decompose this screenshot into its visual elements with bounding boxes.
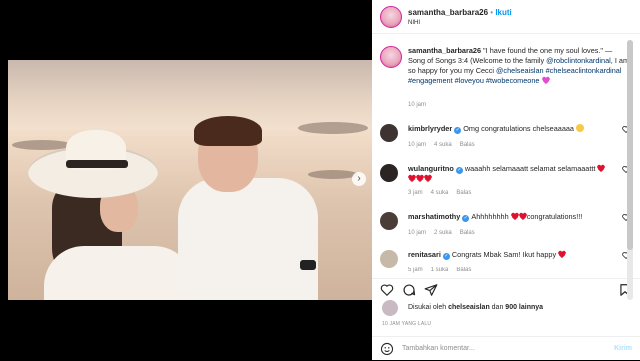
scrollbar-thumb[interactable]	[627, 40, 633, 250]
caption-time[interactable]: 10 jam	[408, 102, 426, 108]
comment-body: Congrats Mbak Sam! Ikut happy	[451, 250, 557, 259]
likes-user[interactable]: chelseaislan	[448, 304, 490, 311]
photo-hat-band	[66, 160, 128, 168]
avatar[interactable]	[380, 46, 402, 68]
scrollbar[interactable]	[627, 40, 633, 300]
photo-sea	[8, 60, 372, 130]
avatar[interactable]	[380, 6, 402, 28]
verified-icon: ✓	[462, 215, 470, 222]
caption-hashtag[interactable]: #loveyou	[455, 76, 484, 85]
post-media-area: ›	[0, 0, 372, 360]
header-username-line: samantha_barbara26 • Ikuti	[408, 8, 512, 17]
comment-body: waaahh selamaaatt selamat selamaaattt	[464, 164, 596, 173]
comment-body: congratulations!!!	[526, 212, 583, 221]
post-actions-bar	[372, 278, 640, 297]
comment-meta: 10 jam 4 suka Balas	[408, 142, 483, 148]
red-heart-icon	[558, 251, 566, 258]
post-photo[interactable]	[8, 60, 372, 300]
caption-hashtag[interactable]: #chelseaclintonkardinal	[546, 66, 622, 75]
comment-time[interactable]: 3 jam	[408, 190, 423, 196]
post-header: samantha_barbara26 • Ikuti NIHI	[372, 0, 640, 34]
comment-username[interactable]: renitasari	[408, 250, 441, 259]
comment-meta: 5 jam 1 suka Balas	[408, 267, 479, 275]
heart-outline-icon[interactable]	[380, 283, 394, 297]
photo-woman-dress	[44, 246, 194, 300]
comment-text: wulanguritno ✓ waaahh selamaaatt selamat …	[408, 164, 618, 184]
red-heart-icon	[511, 213, 519, 220]
likes-middle: dan	[489, 304, 506, 311]
comment-time[interactable]: 5 jam	[408, 267, 423, 273]
post-location[interactable]: NIHI	[408, 20, 420, 26]
comment-likes[interactable]: 2 suka	[434, 230, 452, 236]
comment-username[interactable]: kimbrlyryder	[408, 124, 452, 133]
likes-count[interactable]: 900 lainnya	[505, 304, 543, 311]
comment-body: Omg congratulations chelseaaaaa	[463, 124, 574, 133]
caption-mention[interactable]: @robclintonkardinal	[546, 56, 611, 65]
caption-text: samantha_barbara26 "I have found the one…	[408, 46, 630, 86]
caption-hashtag[interactable]: #engagement	[408, 76, 453, 85]
red-heart-icon	[424, 175, 432, 182]
comment-body: Ahhhhhhhh	[471, 212, 509, 221]
comment-text: renitasari ✓ Congrats Mbak Sam! Ikut happ…	[408, 250, 618, 260]
avatar[interactable]	[382, 300, 398, 316]
photo-rock	[298, 122, 368, 134]
caption-mention[interactable]: @chelseaislan	[496, 66, 544, 75]
red-heart-icon	[519, 213, 527, 220]
verified-icon: ✓	[455, 167, 463, 174]
comment-username[interactable]: wulanguritno	[408, 164, 454, 173]
avatar[interactable]	[380, 164, 398, 182]
reply-button[interactable]: Balas	[460, 142, 475, 148]
caption-username[interactable]: samantha_barbara26	[408, 46, 481, 55]
reply-button[interactable]: Balas	[456, 267, 471, 273]
header-username[interactable]: samantha_barbara26	[408, 8, 488, 17]
reply-button[interactable]: Balas	[456, 190, 471, 196]
post-timestamp[interactable]: 10 JAM YANG LALU	[382, 321, 431, 327]
red-heart-icon	[597, 165, 605, 172]
verified-icon: ✓	[442, 253, 450, 260]
comment-time[interactable]: 10 jam	[408, 142, 426, 148]
photo-watch	[300, 260, 316, 270]
comment-likes[interactable]: 4 suka	[431, 190, 449, 196]
comment-meta: 10 jam 2 suka Balas	[408, 230, 483, 236]
caption-hashtag[interactable]: #twobecomeone	[486, 76, 540, 85]
comment-likes[interactable]: 4 suka	[434, 142, 452, 148]
pink-heart-icon	[542, 77, 550, 84]
instagram-post-view: › samantha_barbara26 • Ikuti NIHI samant…	[0, 0, 640, 360]
photo-man-shirt	[178, 178, 318, 300]
post-comment-button[interactable]: Kirim	[614, 345, 632, 352]
post-side-panel: samantha_barbara26 • Ikuti NIHI samantha…	[372, 0, 640, 360]
comment-username[interactable]: marshatimothy	[408, 212, 460, 221]
comment-meta: 3 jam 4 suka Balas	[408, 190, 479, 196]
avatar[interactable]	[380, 250, 398, 268]
comment-likes[interactable]: 1 suka	[431, 267, 449, 273]
smiley-icon	[576, 124, 585, 132]
avatar[interactable]	[380, 124, 398, 142]
add-comment-bar: Tambahkan komentar... Kirim	[372, 336, 640, 361]
follow-button[interactable]: Ikuti	[495, 8, 511, 17]
comment-input[interactable]: Tambahkan komentar...	[402, 345, 475, 352]
comment-text: marshatimothy ✓ Ahhhhhhhh congratulations…	[408, 212, 618, 222]
smiley-icon[interactable]	[380, 342, 394, 356]
comment-text: kimbrlyryder ✓ Omg congratulations chelse…	[408, 124, 618, 134]
chevron-right-icon[interactable]: ›	[352, 172, 366, 186]
photo-rock	[308, 170, 358, 179]
reply-button[interactable]: Balas	[460, 230, 475, 236]
send-icon[interactable]	[424, 283, 438, 297]
likes-prefix: Disukai oleh	[408, 304, 449, 311]
verified-icon: ✓	[454, 127, 462, 134]
avatar[interactable]	[380, 212, 398, 230]
comment-time[interactable]: 10 jam	[408, 230, 426, 236]
comment-icon[interactable]	[402, 283, 416, 297]
likes-summary: Disukai oleh chelseaislan dan 900 lainny…	[408, 304, 543, 311]
photo-man-hair	[194, 116, 262, 146]
header-dot: •	[490, 8, 494, 17]
